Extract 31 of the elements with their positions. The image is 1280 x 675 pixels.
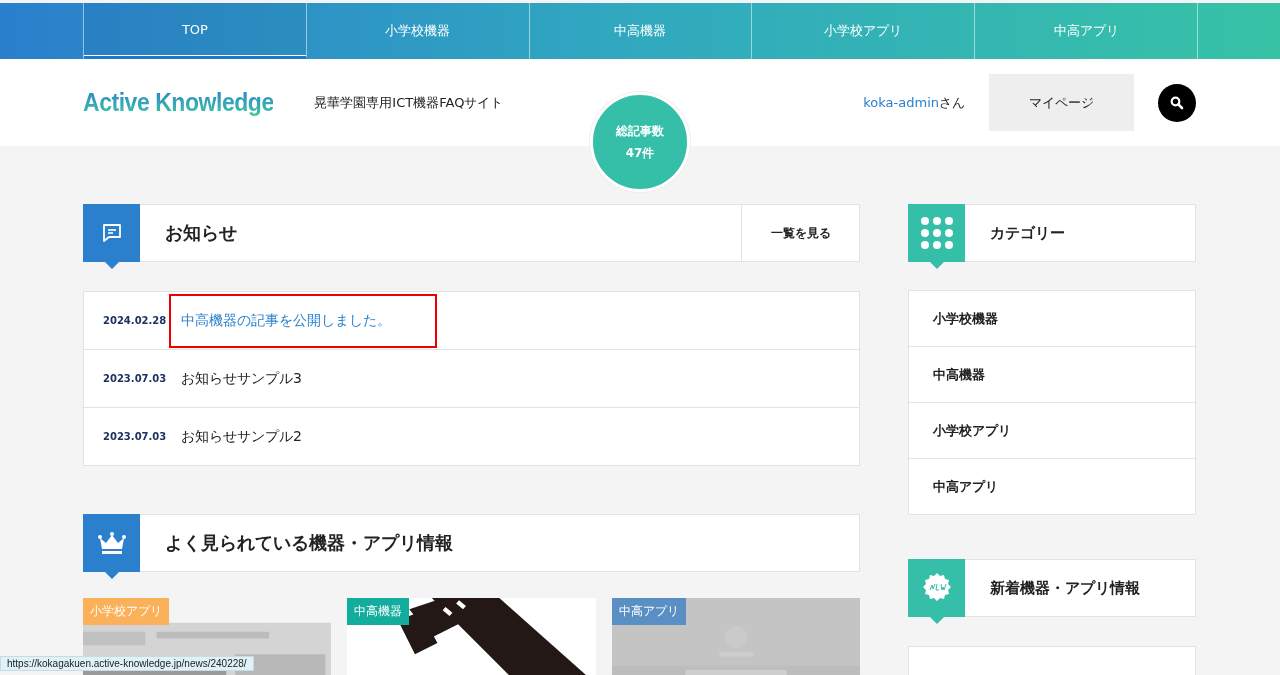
pointer-mark [105, 262, 119, 269]
pointer-mark [105, 572, 119, 579]
news-link[interactable]: お知らせサンプル3 [169, 351, 314, 406]
section-title: お知らせ [165, 221, 238, 245]
category-tag[interactable]: 中高機器 [347, 598, 410, 625]
category-link[interactable]: 中高アプリ [909, 458, 1195, 514]
news-date: 2023.07.03 [103, 431, 168, 442]
user-suffix: さん [939, 94, 965, 110]
section-title: カテゴリー [990, 223, 1066, 243]
category-link[interactable]: 小学校機器 [909, 291, 1195, 346]
nav-tab[interactable]: TOP [84, 3, 307, 59]
news-link[interactable]: お知らせサンプル2 [169, 409, 314, 464]
section-title: 新着機器・アプリ情報 [990, 578, 1141, 598]
counter-value: 47件 [625, 144, 655, 162]
search-button[interactable] [1158, 83, 1196, 122]
news-link[interactable]: 中高機器の記事を公開しました。 [169, 293, 437, 348]
nav-tab[interactable]: 中高アプリ [975, 3, 1197, 59]
category-tag[interactable]: 中高アプリ [611, 598, 686, 625]
news-date: 2024.02.28 [103, 315, 168, 326]
search-icon [1170, 95, 1184, 110]
pointer-mark [930, 617, 944, 624]
news-date: 2023.07.03 [103, 373, 168, 384]
pointer-mark [930, 262, 944, 269]
section-title: よく見られている機器・アプリ情報 [165, 531, 454, 555]
category-link[interactable]: 小学校アプリ [909, 402, 1195, 458]
category-link[interactable]: 中高機器 [909, 346, 1195, 402]
user-link[interactable]: koka-admin [863, 94, 939, 110]
mypage-button[interactable]: マイページ [989, 74, 1134, 131]
counter-label: 総記事数 [616, 122, 664, 140]
site-tagline: 晃華学園専用ICT機器FAQサイト [314, 93, 504, 112]
status-url: https://kokagakuen.active-knowledge.jp/news/240228/ [0, 656, 254, 671]
